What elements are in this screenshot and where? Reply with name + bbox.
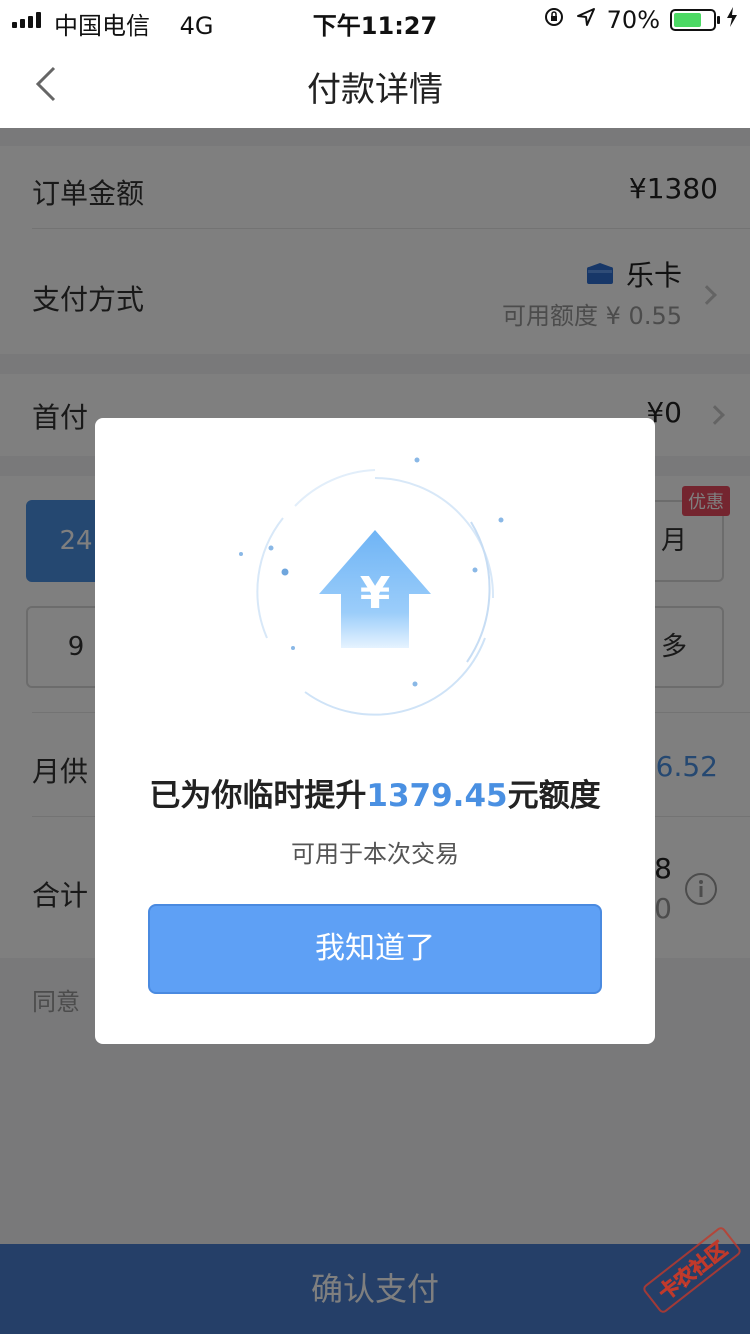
battery-icon — [670, 9, 720, 31]
headline-text-after: 元额度 — [507, 778, 601, 814]
yuan-symbol: ¥ — [360, 568, 391, 619]
dialog-subtitle: 可用于本次交易 — [291, 840, 459, 868]
status-right: 70% — [543, 6, 738, 34]
yuan-up-arrow-icon: ¥ — [239, 457, 504, 716]
credit-up-illustration: ¥ — [235, 448, 515, 728]
got-it-button[interactable]: 我知道了 — [148, 904, 602, 994]
charging-icon — [726, 6, 738, 34]
page-title: 付款详情 — [307, 70, 443, 110]
credit-increase-dialog: ¥ 已为你临时提升1379.45元额度 可用于本次交易 我知道了 — [95, 418, 655, 1044]
nav-bar: 付款详情 — [0, 40, 750, 128]
battery-percent: 70% — [606, 6, 660, 34]
rotation-lock-icon — [543, 6, 565, 34]
location-icon — [575, 6, 597, 34]
headline-amount: 1379.45 — [366, 778, 508, 814]
status-bar: 中国电信 4G 下午11:27 70% — [0, 0, 750, 40]
dialog-headline: 已为你临时提升1379.45元额度 — [95, 770, 655, 815]
headline-text-before: 已为你临时提升 — [149, 778, 367, 814]
